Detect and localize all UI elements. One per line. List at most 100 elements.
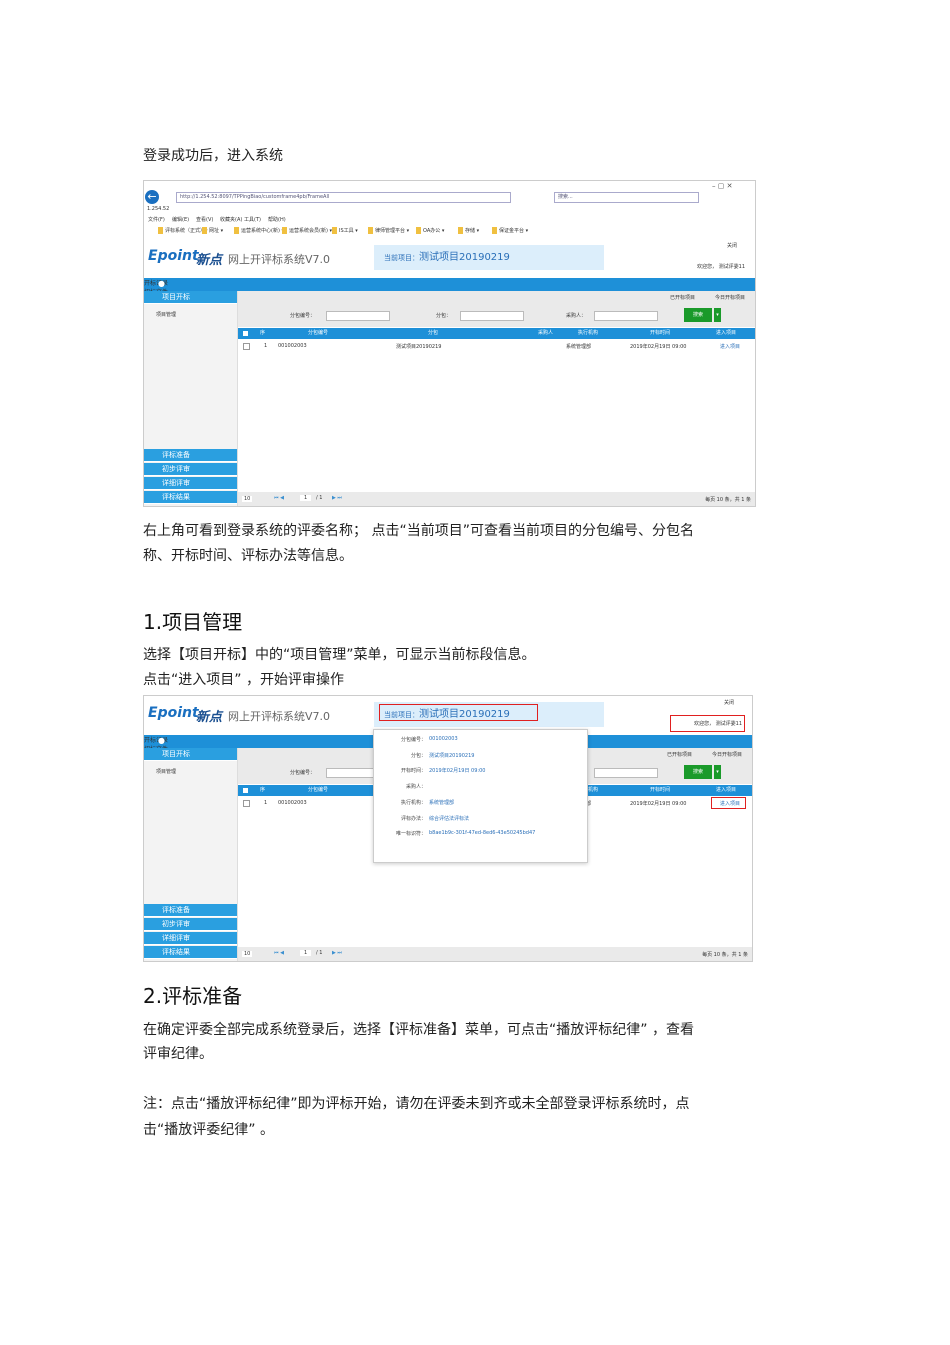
logo: Epoint bbox=[148, 705, 199, 721]
current-project-name: 测试项目20190219 bbox=[419, 252, 510, 263]
input-buyer[interactable] bbox=[594, 311, 658, 321]
sidebar-item[interactable]: 初步评审 bbox=[144, 918, 237, 931]
text-project-management: 选择【项目开标】中的“项目管理”菜单，可显示当前标段信息。 bbox=[143, 647, 536, 663]
menu-item[interactable]: 收藏夹(A) bbox=[220, 216, 242, 223]
column-header: 分包 bbox=[428, 330, 439, 336]
sidebar-item[interactable]: 评标准备 bbox=[144, 904, 237, 917]
sidebar-item[interactable]: 初步评审 bbox=[144, 463, 237, 476]
top-nav-item[interactable]: 开标记录 bbox=[144, 278, 755, 287]
sidebar-item[interactable]: 评标结果 bbox=[144, 491, 237, 504]
enter-project-link[interactable]: 进入项目 bbox=[720, 343, 740, 350]
select-all-checkbox[interactable] bbox=[243, 788, 248, 793]
column-header: 序 bbox=[260, 787, 266, 793]
sidebar-sub-project-management[interactable]: 项目管理 bbox=[156, 311, 176, 318]
cell-code: 001002003 bbox=[278, 343, 307, 349]
screenshot-project-popup: Epoint 新点 网上开评标系统V7.0 当前项目：测试项目20190219 关闭 欢迎… bbox=[143, 695, 753, 962]
sidebar-sub-project-management[interactable]: 项目管理 bbox=[156, 768, 176, 775]
favorite-folder[interactable]: 运营系统中心(新) ▾ bbox=[234, 227, 284, 234]
menu-item[interactable]: 文件(F) bbox=[148, 216, 165, 223]
highlight-welcome bbox=[670, 715, 745, 732]
back-button[interactable]: ← bbox=[145, 190, 159, 204]
row-checkbox[interactable] bbox=[243, 800, 250, 807]
row-checkbox[interactable] bbox=[243, 343, 250, 350]
column-header: 采购人 bbox=[538, 330, 554, 336]
address-bar[interactable]: http://1.254.52:8097/TPPingBiao/customfr… bbox=[176, 192, 511, 203]
pager-nav-last[interactable]: ▶ ⏭ bbox=[332, 495, 342, 501]
popup-value: b8ae1b9c-301f-47ed-8ed6-43e50245bd47 bbox=[429, 830, 536, 837]
page-total: / 1 bbox=[316, 950, 323, 956]
favorite-folder[interactable]: 运营系统会员(新) ▾ bbox=[282, 227, 332, 234]
logo-cn: 新点 bbox=[196, 710, 223, 725]
window-controls: – ▢ ✕ bbox=[712, 182, 733, 190]
browser-tab[interactable]: 1.254.52 bbox=[147, 206, 169, 212]
search-dropdown[interactable]: ▾ bbox=[714, 765, 721, 779]
input-package[interactable] bbox=[460, 311, 524, 321]
menu-item[interactable]: 编辑(E) bbox=[172, 216, 189, 223]
page-size-select[interactable]: 10 bbox=[242, 496, 253, 502]
favorite-folder[interactable]: IS工具 ▾ bbox=[332, 227, 358, 234]
popup-label: 分包编号： bbox=[400, 737, 426, 743]
text-top-right-info-cont: 称、开标时间、评标办法等信息。 bbox=[143, 548, 353, 564]
text-top-right-info: 右上角可看到登录系统的评委名称； 点击“当前项目”可查看当前项目的分包编号、分包… bbox=[143, 523, 694, 539]
sidebar-item-project-opening[interactable]: 项目开标 bbox=[144, 291, 237, 304]
column-header: 分包编号 bbox=[308, 787, 329, 793]
label-package: 分包： bbox=[436, 313, 452, 319]
menu-item[interactable]: 工具(T) bbox=[244, 216, 261, 223]
search-button[interactable]: 搜索 bbox=[684, 765, 712, 779]
label-code: 分包编号： bbox=[290, 770, 316, 776]
column-header: 序 bbox=[260, 330, 266, 336]
label-buyer: 采购人： bbox=[566, 313, 587, 319]
current-project-label: 当前项目： bbox=[384, 254, 419, 262]
favorite-folder[interactable]: OA办公 ▾ bbox=[416, 227, 444, 234]
highlight-current-project bbox=[379, 704, 538, 721]
favorite-folder[interactable]: 存储 ▾ bbox=[458, 227, 479, 234]
radio-done[interactable]: 已开标项目 bbox=[670, 294, 695, 301]
page-total: / 1 bbox=[316, 495, 323, 501]
close-button[interactable]: 关闭 bbox=[724, 699, 734, 706]
top-nav-bar: ●开标记录招标文件投标文件无效标 bbox=[144, 278, 755, 314]
cell-code: 001002003 bbox=[278, 800, 307, 806]
cell-org: 系统管理部 bbox=[566, 344, 592, 350]
browser-search-input[interactable]: 搜索... bbox=[554, 192, 699, 203]
favorite-folder[interactable]: 律师管理平台 ▾ bbox=[368, 227, 409, 234]
sidebar-item[interactable]: 详细评审 bbox=[144, 932, 237, 945]
radio-today[interactable]: 今日开标项目 bbox=[715, 294, 745, 301]
pager-nav-first[interactable]: ⏮ ◀ bbox=[274, 495, 284, 501]
text-enter-project: 点击“进入项目” ，开始评审操作 bbox=[143, 672, 344, 688]
cell-time: 2019年02月19日 09:00 bbox=[630, 801, 687, 807]
logo-cn: 新点 bbox=[196, 253, 223, 268]
menu-item[interactable]: 帮助(H) bbox=[268, 216, 286, 223]
cell-time: 2019年02月19日 09:00 bbox=[630, 344, 687, 350]
search-dropdown[interactable]: ▾ bbox=[714, 308, 721, 322]
input-buyer[interactable] bbox=[594, 768, 658, 778]
table-header: 序 分包编号 分包 采购人 执行机构 开标时间 进入项目 bbox=[238, 328, 755, 339]
sidebar: 项目开标项目管理评标准备 初步评审 详细评审 评标结果 bbox=[144, 748, 238, 961]
column-header: 执行机构 bbox=[578, 330, 599, 336]
popup-label: 评标办法： bbox=[400, 815, 426, 822]
current-project-button[interactable]: 当前项目：测试项目20190219 bbox=[374, 245, 604, 270]
page-number-input[interactable]: 1 bbox=[300, 950, 312, 956]
popup-value: 系统管理部 bbox=[429, 799, 455, 806]
radio-done[interactable]: 已开标项目 bbox=[667, 751, 692, 758]
pager-nav-last[interactable]: ▶ ⏭ bbox=[332, 950, 342, 956]
page-number-input[interactable]: 1 bbox=[300, 495, 312, 501]
popup-label: 开标时间： bbox=[400, 768, 426, 775]
sidebar-item-project-opening[interactable]: 项目开标 bbox=[144, 748, 237, 761]
page-size-select[interactable]: 10 bbox=[242, 951, 253, 957]
radio-today[interactable]: 今日开标项目 bbox=[712, 751, 742, 758]
menu-item[interactable]: 查看(V) bbox=[196, 216, 213, 223]
favorite-folder[interactable]: 网址 ▾ bbox=[202, 227, 223, 234]
sidebar-item[interactable]: 评标结果 bbox=[144, 946, 237, 959]
popup-label: 分包： bbox=[410, 752, 426, 759]
favorite-folder[interactable]: 评标系统（正式）▾ bbox=[158, 227, 208, 234]
select-all-checkbox[interactable] bbox=[243, 331, 248, 336]
favorite-folder[interactable]: 保证金平台 ▾ bbox=[492, 227, 528, 234]
browser-chrome: ← http://1.254.52:8097/TPPingBiao/customf… bbox=[144, 181, 755, 240]
message-icon: ● bbox=[158, 279, 165, 288]
sidebar-item[interactable]: 评标准备 bbox=[144, 449, 237, 462]
sidebar-item[interactable]: 详细评审 bbox=[144, 477, 237, 490]
pager-nav-first[interactable]: ⏮ ◀ bbox=[274, 950, 284, 956]
input-code[interactable] bbox=[326, 311, 390, 321]
search-button[interactable]: 搜索 bbox=[684, 308, 712, 322]
close-button[interactable]: 关闭 bbox=[727, 242, 737, 249]
